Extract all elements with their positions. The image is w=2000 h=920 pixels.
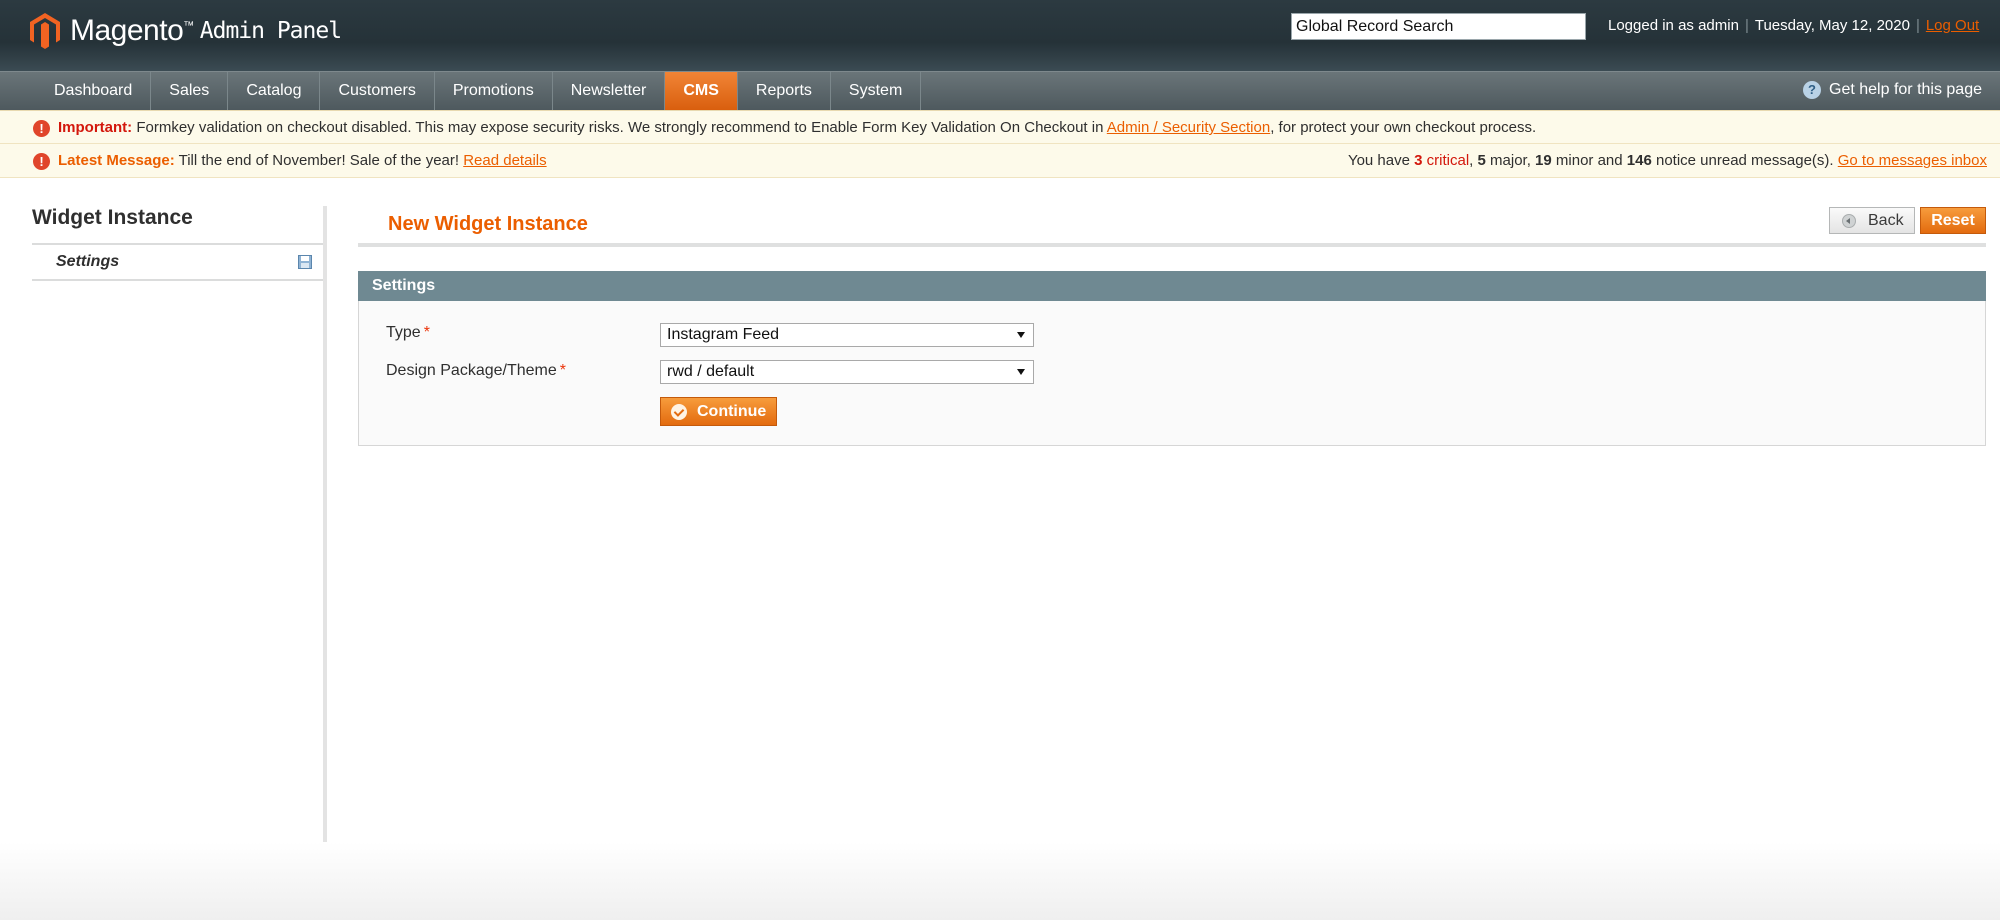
global-search-input[interactable] <box>1291 13 1586 40</box>
nav-item-promotions[interactable]: Promotions <box>435 72 553 110</box>
back-button[interactable]: Back <box>1829 207 1915 234</box>
sidebar-tab-settings[interactable]: Settings <box>32 245 324 279</box>
continue-button-label: Continue <box>697 403 767 420</box>
reset-button[interactable]: Reset <box>1920 207 1986 234</box>
continue-button[interactable]: Continue <box>660 397 777 426</box>
settings-section-header: Settings <box>358 271 1986 301</box>
important-tail: , for protect your own checkout process. <box>1270 119 1537 136</box>
nav-item-system[interactable]: System <box>831 72 922 110</box>
security-section-link[interactable]: Admin / Security Section <box>1107 119 1270 136</box>
help-link-label: Get help for this page <box>1829 81 1982 98</box>
page-footer-fade <box>0 842 2000 920</box>
type-select[interactable]: Instagram Feed <box>660 323 1034 347</box>
magento-logo[interactable]: Magento™ Admin Panel <box>30 13 342 49</box>
divider <box>32 279 324 281</box>
title-divider <box>358 243 1986 247</box>
sidebar-border <box>323 206 327 842</box>
dropdown-arrow-icon <box>1017 369 1025 375</box>
messages-inbox-link[interactable]: Go to messages inbox <box>1838 152 1987 169</box>
back-button-label: Back <box>1868 212 1904 229</box>
major-count: 5 <box>1477 152 1486 169</box>
important-message-bar: ! Important: Formkey validation on check… <box>0 110 2000 144</box>
nav-item-cms[interactable]: CMS <box>665 72 738 110</box>
latest-message-bar: ! Latest Message: Till the end of Novemb… <box>0 144 2000 178</box>
help-icon: ? <box>1803 81 1822 99</box>
required-mark: * <box>559 362 566 379</box>
help-link[interactable]: ? Get help for this page <box>1803 81 1982 99</box>
important-message-text: Important: Formkey validation on checkou… <box>58 111 1536 145</box>
sidebar-tab-label: Settings <box>56 253 120 270</box>
read-details-link[interactable]: Read details <box>463 152 546 169</box>
nav-item-reports[interactable]: Reports <box>738 72 831 110</box>
nav-item-customers[interactable]: Customers <box>320 72 435 110</box>
sidebar-title: Widget Instance <box>32 206 193 229</box>
message-summary: You have 3 critical, 5 major, 19 minor a… <box>1347 152 1987 169</box>
checkmark-icon <box>671 404 687 420</box>
nav-item-dashboard[interactable]: Dashboard <box>36 72 152 110</box>
current-date: Tuesday, May 12, 2020 <box>1754 17 1910 34</box>
latest-label: Latest Message: <box>58 152 175 169</box>
nav-item-sales[interactable]: Sales <box>151 72 229 110</box>
nav-item-newsletter[interactable]: Newsletter <box>553 72 666 110</box>
notice-label: notice unread message(s). <box>1651 152 1838 169</box>
latest-message-text: Latest Message: Till the end of November… <box>58 144 547 178</box>
settings-section-body <box>358 301 1986 446</box>
design-theme-select[interactable]: rwd / default <box>660 360 1034 384</box>
logo-text: Magento™ <box>70 14 194 47</box>
critical-label: critical <box>1426 152 1470 169</box>
admin-header: Magento™ Admin Panel Logged in as admin |… <box>0 0 2000 71</box>
warning-icon: ! <box>33 153 50 170</box>
important-body: Formkey validation on checkout disabled.… <box>132 119 1107 136</box>
save-icon <box>298 255 312 269</box>
dropdown-arrow-icon <box>1017 332 1025 338</box>
latest-body: Till the end of November! Sale of the ye… <box>174 152 464 169</box>
type-select-value: Instagram Feed <box>667 326 780 343</box>
header-user-info: Logged in as admin | Tuesday, May 12, 2020… <box>1608 17 1979 34</box>
critical-count: 3 <box>1414 152 1423 169</box>
type-label: Type * <box>386 324 430 341</box>
separator: | <box>1744 17 1749 34</box>
logged-in-text: Logged in as admin <box>1608 17 1739 34</box>
theme-select-value: rwd / default <box>667 363 755 380</box>
warning-icon: ! <box>33 120 50 137</box>
notice-count: 146 <box>1626 152 1652 169</box>
major-label: major, <box>1485 152 1536 169</box>
design-theme-label: Design Package/Theme * <box>386 362 566 379</box>
logo-subtitle: Admin Panel <box>199 18 342 44</box>
minor-label: minor and <box>1551 152 1627 169</box>
main-navigation: Dashboard Sales Catalog Customers Promot… <box>0 71 2000 110</box>
important-label: Important: <box>58 119 133 136</box>
required-mark: * <box>423 324 430 341</box>
nav-item-catalog[interactable]: Catalog <box>228 72 321 110</box>
magento-logo-icon <box>30 13 60 49</box>
logout-link[interactable]: Log Out <box>1926 17 1979 34</box>
back-arrow-icon <box>1842 214 1856 228</box>
separator: | <box>1915 17 1920 34</box>
page-title: New Widget Instance <box>388 213 588 235</box>
minor-count: 19 <box>1535 152 1552 169</box>
summary-prefix: You have <box>1347 152 1415 169</box>
